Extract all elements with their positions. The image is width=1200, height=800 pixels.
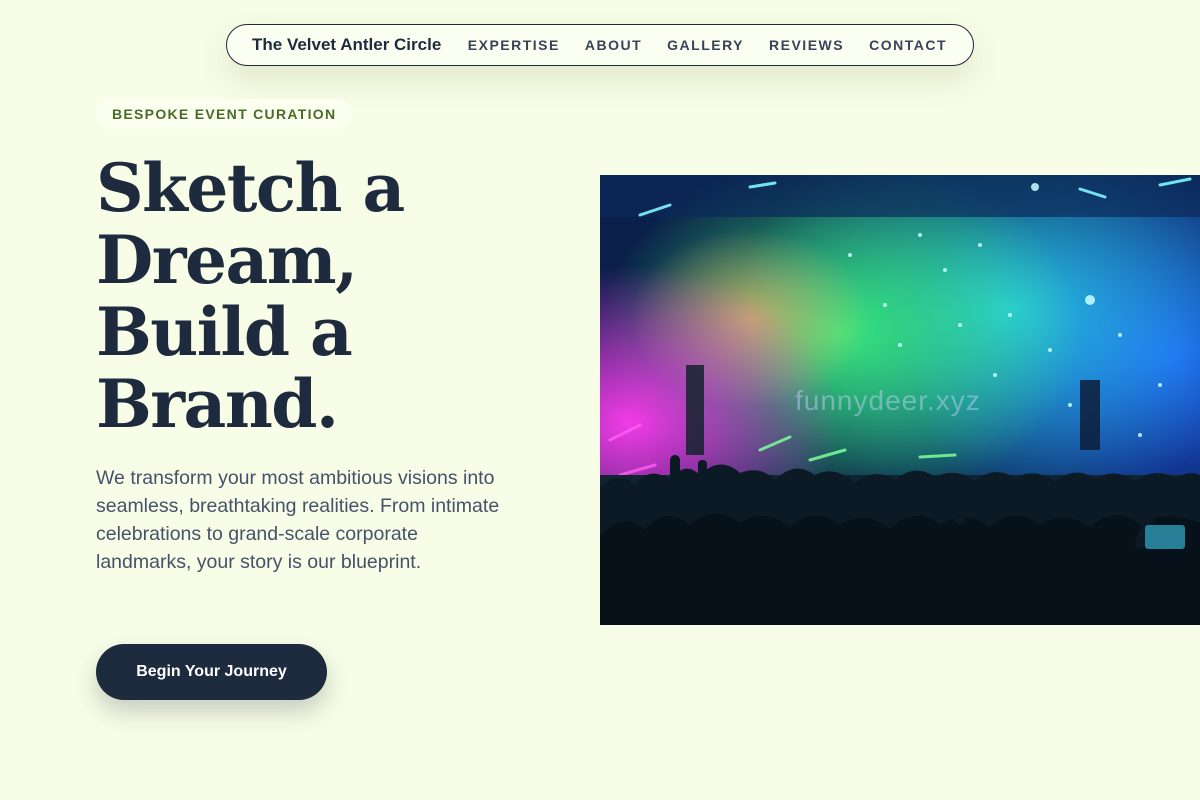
headline-line: Sketch a xyxy=(96,149,405,227)
nav-links: EXPERTISE ABOUT GALLERY REVIEWS CONTACT xyxy=(468,37,947,53)
hero-headline: Sketch a Dream, Build a Brand. xyxy=(96,152,556,440)
brand-logo[interactable]: The Velvet Antler Circle xyxy=(252,35,468,55)
nav-link-expertise[interactable]: EXPERTISE xyxy=(468,37,560,53)
nav-link-reviews[interactable]: REVIEWS xyxy=(769,37,844,53)
nav-link-about[interactable]: ABOUT xyxy=(585,37,642,53)
top-nav: The Velvet Antler Circle EXPERTISE ABOUT… xyxy=(226,24,974,66)
nav-link-contact[interactable]: CONTACT xyxy=(869,37,947,53)
hero-image: funnydeer.xyz xyxy=(600,175,1200,625)
headline-line: Brand. xyxy=(96,365,339,443)
eyebrow-badge: BESPOKE EVENT CURATION xyxy=(96,99,353,129)
headline-line: Dream, xyxy=(96,221,358,299)
begin-journey-button[interactable]: Begin Your Journey xyxy=(96,644,327,700)
hero-description: We transform your most ambitious visions… xyxy=(96,467,500,573)
nav-link-gallery[interactable]: GALLERY xyxy=(667,37,744,53)
image-watermark: funnydeer.xyz xyxy=(795,385,981,416)
headline-line: Build a xyxy=(96,293,353,371)
